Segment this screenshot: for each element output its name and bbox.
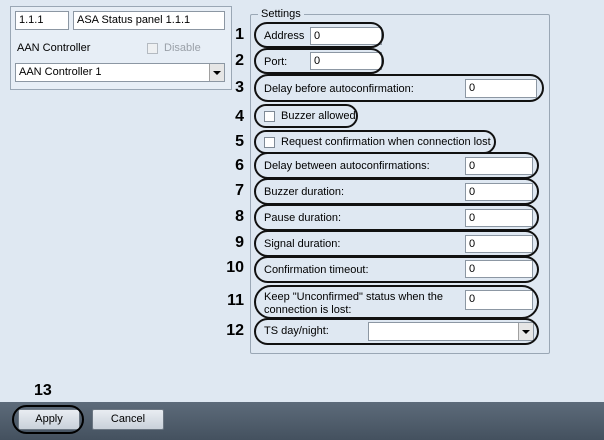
callout-ellipse-10 (254, 256, 539, 283)
callout-6: 6 (235, 157, 244, 174)
device-id-field[interactable]: 1.1.1 (15, 11, 69, 30)
callout-ellipse-6 (254, 152, 539, 179)
callout-ellipse-9 (254, 230, 539, 257)
callout-ellipse-11 (254, 285, 539, 319)
disable-checkbox-box[interactable] (147, 42, 158, 54)
callout-ellipse-12 (254, 318, 539, 345)
callout-ellipse-2 (254, 48, 384, 74)
disable-checkbox-label: Disable (164, 42, 201, 54)
callout-ellipse-5 (254, 130, 496, 154)
footer-bar (0, 402, 604, 440)
controller-label: AAN Controller (17, 42, 91, 54)
callout-3: 3 (235, 79, 244, 96)
callout-13: 13 (34, 382, 52, 399)
callout-5: 5 (235, 133, 244, 150)
callout-7: 7 (235, 182, 244, 199)
callout-ellipse-4 (254, 104, 358, 128)
callout-12: 12 (226, 322, 244, 339)
callout-ellipse-8 (254, 204, 539, 231)
callout-ellipse-7 (254, 178, 539, 205)
callout-ellipse-13 (12, 405, 84, 434)
callout-2: 2 (235, 52, 244, 69)
callout-8: 8 (235, 208, 244, 225)
callout-1: 1 (235, 26, 244, 43)
settings-group-title: Settings (258, 8, 304, 20)
callout-9: 9 (235, 234, 244, 251)
device-name-field[interactable]: ASA Status panel 1.1.1 (73, 11, 225, 30)
controller-select-value: AAN Controller 1 (19, 66, 102, 78)
disable-checkbox[interactable]: Disable (147, 42, 201, 54)
callout-10: 10 (226, 259, 244, 276)
callout-11: 11 (227, 292, 244, 309)
callout-4: 4 (235, 108, 244, 125)
controller-select[interactable]: AAN Controller 1 (15, 63, 225, 82)
callout-ellipse-1 (254, 22, 384, 48)
callout-ellipse-3 (254, 74, 544, 102)
cancel-button[interactable]: Cancel (92, 409, 164, 430)
device-panel: 1.1.1 ASA Status panel 1.1.1 AAN Control… (10, 6, 232, 90)
